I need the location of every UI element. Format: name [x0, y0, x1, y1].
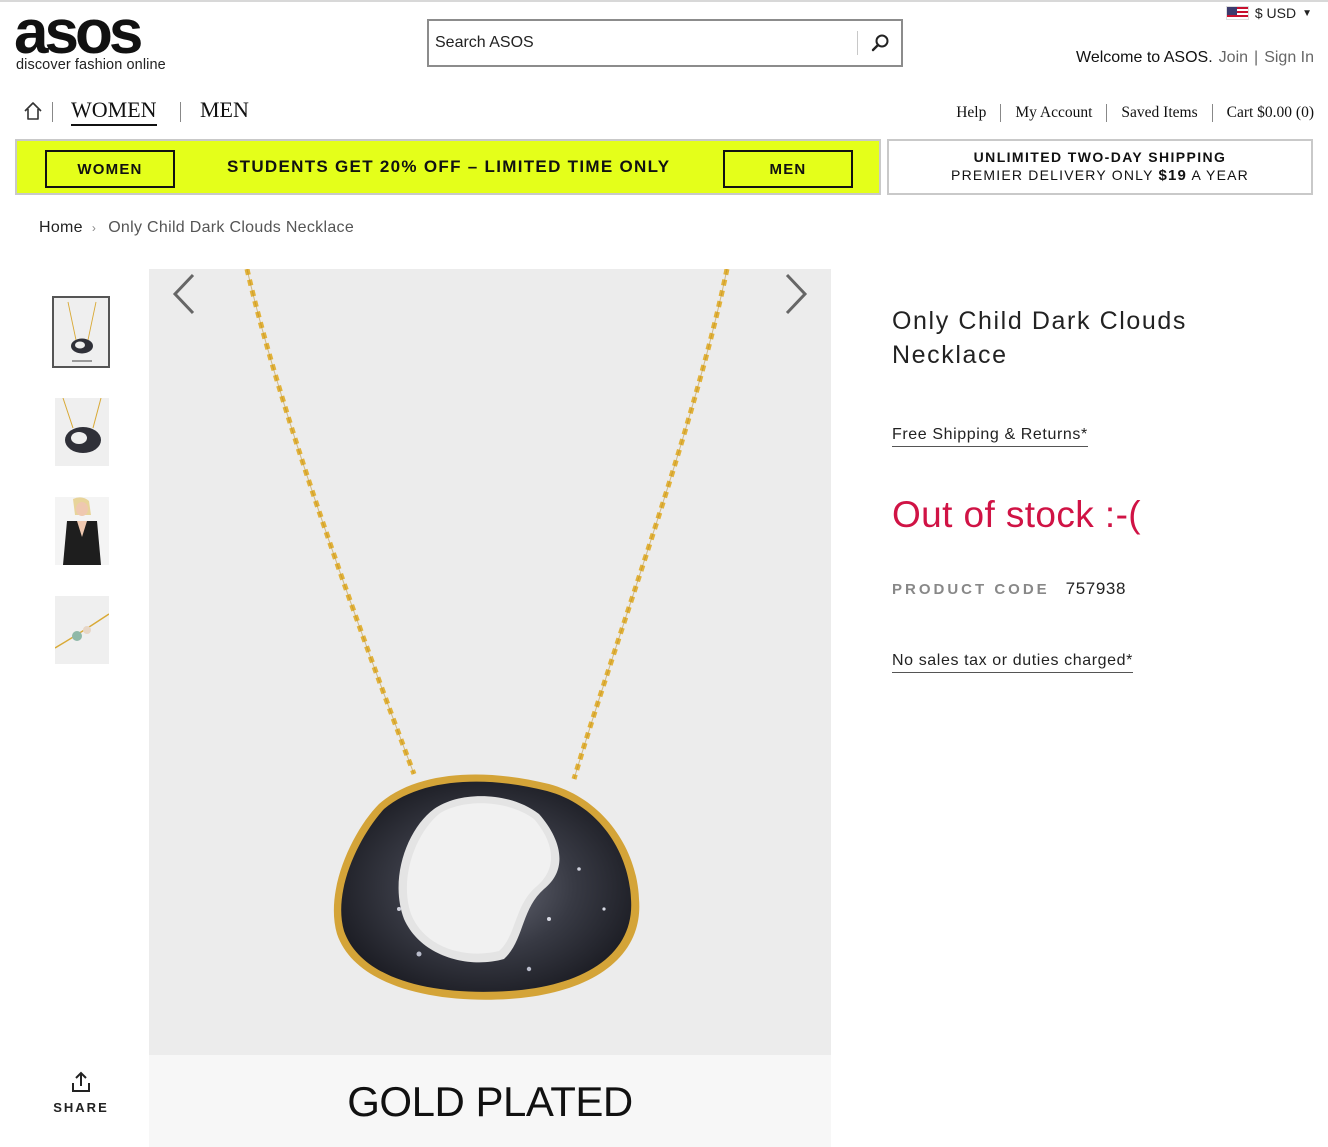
saved-items-link[interactable]: Saved Items [1121, 104, 1197, 122]
product-code-label: PRODUCT CODE [892, 580, 1050, 598]
breadcrumb-current: Only Child Dark Clouds Necklace [108, 219, 355, 236]
thumbnail-image [55, 398, 109, 466]
product-code-value: 757938 [1065, 579, 1126, 598]
nav-men[interactable]: MEN [200, 97, 249, 123]
utility-divider [1000, 104, 1002, 122]
thumbnail-4[interactable] [55, 596, 109, 664]
stock-status: Out of stock :-( [892, 494, 1142, 535]
home-icon[interactable] [22, 100, 44, 122]
promo-message: STUDENTS GET 20% OFF – LIMITED TIME ONLY [227, 157, 671, 176]
necklace-image [149, 269, 831, 1055]
utility-nav: Help My Account Saved Items Cart $0.00 (… [956, 104, 1314, 122]
search-icon [871, 34, 889, 52]
breadcrumb-home[interactable]: Home [39, 219, 83, 237]
currency-label: $ USD [1254, 5, 1297, 21]
thumbnail-3[interactable] [55, 497, 109, 565]
top-border [0, 0, 1328, 2]
breadcrumb: Home › Only Child Dark Clouds Necklace [39, 219, 354, 237]
tax-note-link[interactable]: No sales tax or duties charged* [892, 652, 1133, 673]
search-button[interactable] [861, 25, 899, 61]
product-title: Only Child Dark Clouds Necklace [892, 307, 1188, 369]
search-input[interactable] [435, 30, 851, 56]
image-caption: GOLD PLATED [347, 1078, 633, 1125]
cart-link[interactable]: Cart $0.00 (0) [1227, 104, 1314, 122]
breadcrumb-separator: › [91, 221, 97, 235]
share-icon [72, 1071, 90, 1092]
search-box [427, 19, 903, 67]
utility-divider [1211, 104, 1213, 122]
currency-selector[interactable]: $ USD ▼ [1225, 4, 1312, 22]
shipping-price: $19 [1158, 167, 1188, 184]
share-button[interactable]: SHARE [50, 1070, 112, 1115]
us-flag-icon [1225, 6, 1249, 20]
product-code: PRODUCT CODE 757938 [892, 579, 1126, 599]
my-account-link[interactable]: My Account [1015, 104, 1092, 122]
shipping-prefix: PREMIER DELIVERY ONLY [951, 167, 1154, 183]
chevron-left-icon[interactable] [169, 269, 199, 319]
logo-tagline: discover fashion online [16, 57, 166, 73]
thumbnail-image [55, 497, 109, 565]
welcome-bar: Welcome to ASOS. Join | Sign In [1076, 49, 1314, 67]
signin-link[interactable]: Sign In [1264, 49, 1314, 67]
promo-women-button[interactable]: WOMEN [45, 150, 175, 188]
thumbnail-2[interactable] [55, 398, 109, 466]
main-product-image: GOLD PLATED [149, 269, 831, 1147]
share-label: SHARE [53, 1100, 109, 1115]
nav-divider [180, 102, 181, 122]
join-link[interactable]: Join [1219, 49, 1248, 67]
help-link[interactable]: Help [956, 104, 986, 122]
promo-men-button[interactable]: MEN [723, 150, 853, 188]
search-divider [857, 31, 858, 55]
asos-logo[interactable]: asos discover fashion online [14, 0, 186, 76]
shipping-headline: UNLIMITED TWO-DAY SHIPPING [973, 149, 1227, 165]
caret-down-icon: ▼ [1302, 7, 1312, 19]
promo-banner: WOMEN STUDENTS GET 20% OFF – LIMITED TIM… [15, 139, 881, 195]
chevron-right-icon[interactable] [781, 269, 811, 319]
nav-divider [52, 102, 53, 122]
premier-delivery-banner[interactable]: UNLIMITED TWO-DAY SHIPPING PREMIER DELIV… [887, 139, 1313, 195]
nav-women[interactable]: WOMEN [71, 97, 157, 126]
thumbnail-image [55, 596, 109, 664]
utility-divider [1106, 104, 1108, 122]
shipping-suffix: A YEAR [1191, 167, 1249, 183]
shipping-subline: PREMIER DELIVERY ONLY $19 A YEAR [889, 167, 1311, 184]
thumbnail-image [54, 298, 108, 366]
auth-separator: | [1254, 49, 1259, 66]
free-shipping-link[interactable]: Free Shipping & Returns* [892, 426, 1088, 447]
welcome-text: Welcome to ASOS. [1076, 49, 1213, 66]
thumbnail-1[interactable] [52, 296, 110, 368]
